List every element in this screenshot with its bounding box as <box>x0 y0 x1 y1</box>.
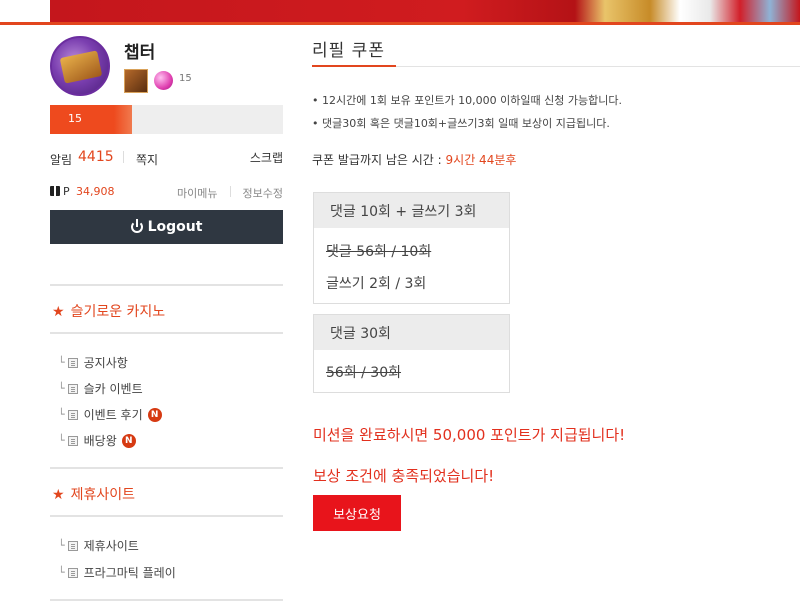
tree-corner-icon: └ <box>58 539 65 552</box>
logout-label: Logout <box>147 219 203 235</box>
level-icon <box>124 69 148 93</box>
my-menu-link[interactable]: 마이메뉴 <box>177 185 217 201</box>
level-progress-bar: 15 <box>50 105 283 134</box>
scrap-link[interactable]: 스크랩 <box>250 149 283 166</box>
memo-link[interactable]: 쪽지 <box>136 151 158 168</box>
coupon-timer: 쿠폰 발급까지 남은 시간 : 9시간 44분후 <box>312 151 516 168</box>
section-divider <box>50 515 283 517</box>
level-progress-fill <box>50 105 132 134</box>
rule-text-1: • 12시간에 1회 보유 포인트가 10,000 이하일때 신청 가능합니다. <box>312 94 622 107</box>
section-divider <box>50 599 283 601</box>
section-divider <box>50 332 283 334</box>
star-icon: ★ <box>52 487 65 503</box>
category-title-casino[interactable]: ★ 슬기로운 카지노 <box>52 301 165 321</box>
document-icon <box>67 409 78 420</box>
level-progress-text: 15 <box>68 112 82 125</box>
title-underline <box>312 65 396 67</box>
document-icon <box>67 567 78 578</box>
document-icon <box>67 540 78 551</box>
section-divider <box>50 467 283 469</box>
edit-info-link[interactable]: 정보수정 <box>243 185 283 201</box>
alarm-count[interactable]: 4415 <box>78 149 114 165</box>
divider <box>123 151 124 163</box>
sidebar-item-notice[interactable]: └ 공지사항 <box>58 354 128 371</box>
mission-card-comments: 댓글 30회 56회 / 30회 <box>313 314 510 393</box>
mission-progress-comments: 56회 / 30회 <box>326 365 402 381</box>
sidebar-item-event[interactable]: └ 슬카 이벤트 <box>58 380 143 397</box>
document-icon <box>67 435 78 446</box>
alarm-link[interactable]: 알림 <box>50 151 72 168</box>
new-badge: N <box>147 407 162 422</box>
section-divider <box>50 284 283 286</box>
sidebar-item-pragmatic-play[interactable]: └ 프라그마틱 플레이 <box>58 564 176 581</box>
sidebar-item-event-review[interactable]: └ 이벤트 후기 N <box>58 406 162 423</box>
divider <box>230 186 231 197</box>
username: 챕터 <box>124 43 156 63</box>
document-icon <box>67 383 78 394</box>
gift-icon <box>50 184 60 196</box>
sidebar-item-partner-sites[interactable]: └ 제휴사이트 <box>58 537 139 554</box>
logout-button[interactable]: Logout <box>50 210 283 244</box>
rule-text-2: • 댓글30회 혹은 댓글10회+글쓰기3회 일때 보상이 지급됩니다. <box>312 117 610 130</box>
power-icon <box>130 219 143 233</box>
tree-corner-icon: └ <box>58 566 65 579</box>
level-orb-icon <box>154 71 173 90</box>
header-divider <box>0 22 800 25</box>
category-title-partners[interactable]: ★ 제휴사이트 <box>52 484 135 504</box>
new-badge: N <box>121 433 136 448</box>
point-row: P 34,908 마이메뉴 정보수정 <box>50 184 283 200</box>
condition-met-message: 보상 조건에 충족되었습니다! <box>313 467 495 485</box>
level-number: 15 <box>179 73 192 84</box>
document-icon <box>67 357 78 368</box>
top-banner[interactable] <box>50 0 800 22</box>
star-icon: ★ <box>52 304 65 320</box>
alarm-row: 알림 4415 쪽지 스크랩 <box>50 149 283 167</box>
mission-progress-posts: 글쓰기 2회 / 3회 <box>326 276 427 292</box>
mission-card-combo: 댓글 10회 + 글쓰기 3회 댓글 56회 / 10회 글쓰기 2회 / 3회 <box>313 192 510 304</box>
timer-value: 9시간 44분후 <box>445 153 517 167</box>
point-label: P <box>63 185 70 198</box>
timer-label: 쿠폰 발급까지 남은 시간 : <box>312 153 446 167</box>
tree-corner-icon: └ <box>58 434 65 447</box>
sidebar-item-dividend-king[interactable]: └ 배당왕 N <box>58 432 136 449</box>
tree-corner-icon: └ <box>58 356 65 369</box>
mission-progress-comments: 댓글 56회 / 10회 <box>326 244 432 260</box>
point-value: 34,908 <box>76 185 115 198</box>
mission-reward-message: 미션을 완료하시면 50,000 포인트가 지급됩니다! <box>313 426 626 444</box>
avatar[interactable] <box>50 36 110 96</box>
reward-request-button[interactable]: 보상요청 <box>313 495 401 531</box>
tree-corner-icon: └ <box>58 382 65 395</box>
mission-card-title: 댓글 30회 <box>314 315 509 350</box>
mission-card-title: 댓글 10회 + 글쓰기 3회 <box>314 193 509 228</box>
page-title: 리필 쿠폰 <box>312 41 385 61</box>
tree-corner-icon: └ <box>58 408 65 421</box>
